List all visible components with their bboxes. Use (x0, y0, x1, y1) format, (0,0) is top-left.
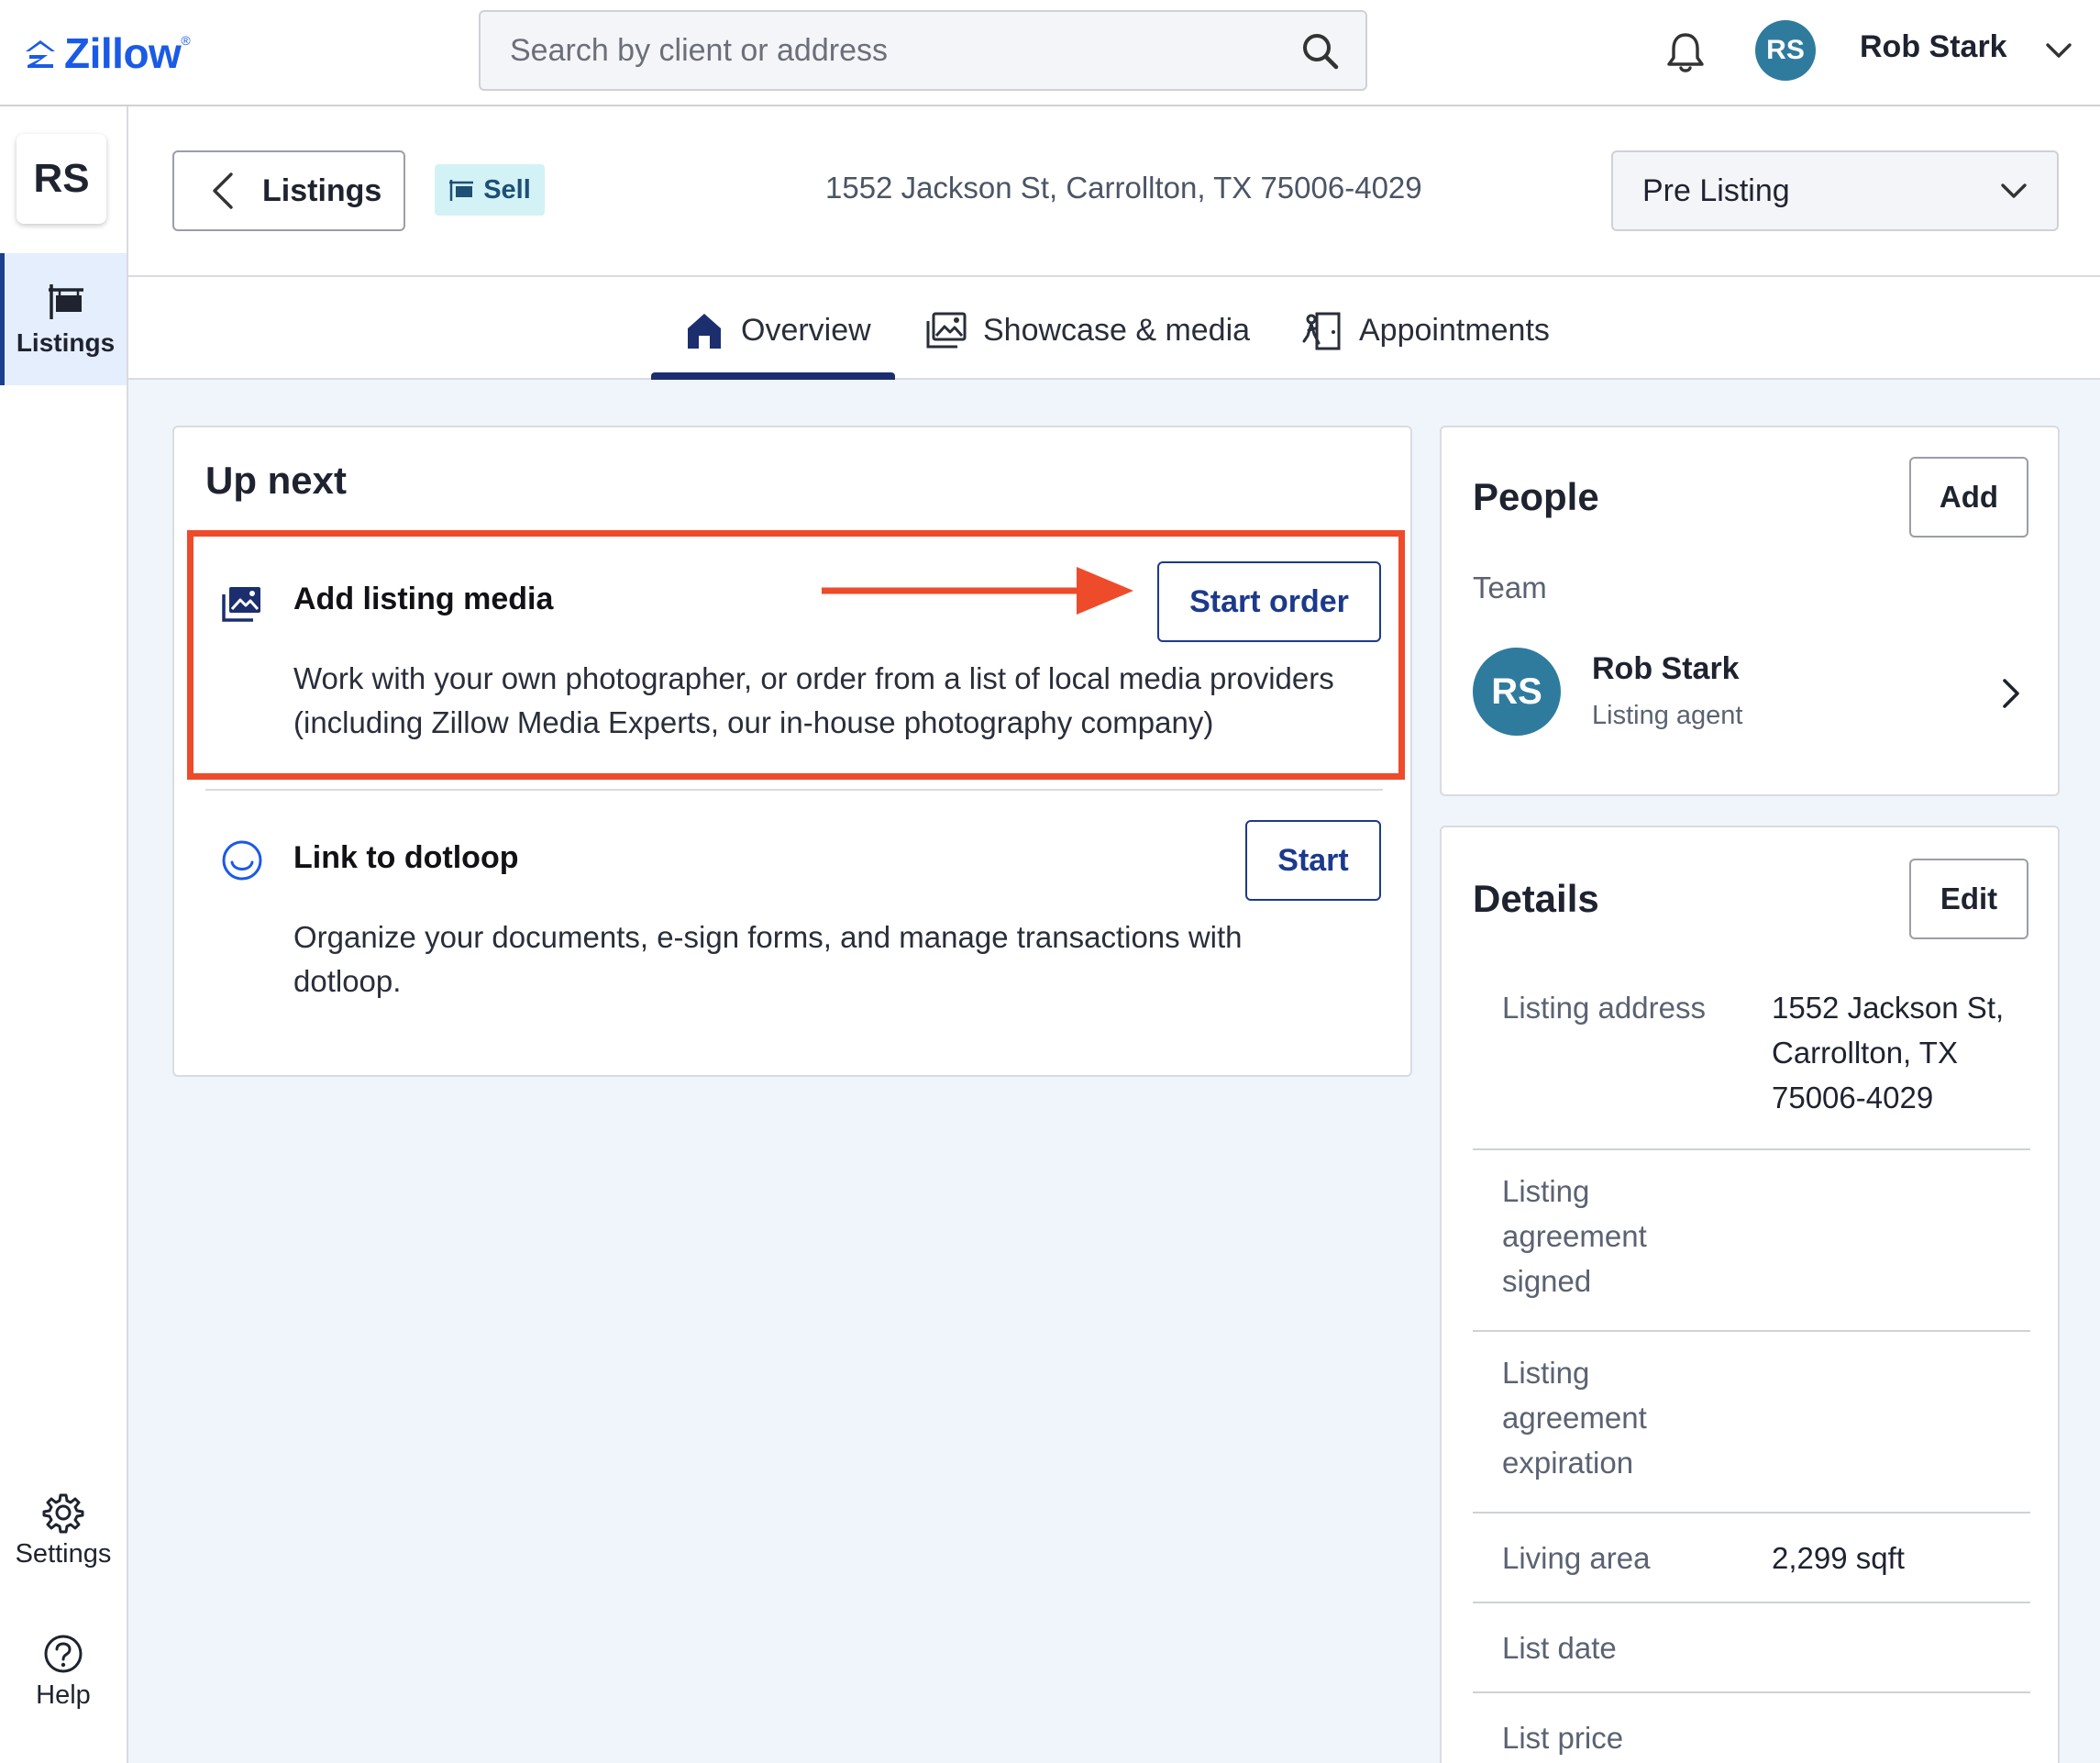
detail-row-list-date: List date (1473, 1603, 2030, 1693)
chevron-down-icon (2001, 183, 2027, 198)
detail-label: Living area (1502, 1541, 1651, 1575)
detail-label-line: Listing (1502, 1356, 1590, 1390)
back-button-label: Listings (262, 172, 382, 208)
listing-sign-icon (48, 284, 83, 319)
door-icon (1302, 312, 1341, 350)
task-divider (205, 789, 1383, 791)
sell-badge: Sell (435, 164, 545, 216)
people-card: People Add Team RS Rob Stark Listing age… (1440, 426, 2060, 796)
tab-label-overview: Overview (741, 312, 871, 348)
tab-overview[interactable]: Overview (682, 305, 871, 356)
detail-label: Listing agreement expiration (1502, 1350, 1722, 1485)
start-dotloop-button[interactable]: Start (1245, 820, 1381, 901)
rail-label-help: Help (36, 1680, 91, 1710)
detail-row-listing-address: Listing address 1552 Jackson St, Carroll… (1473, 985, 2030, 1150)
search-box[interactable] (479, 10, 1367, 91)
detail-label-line: expiration (1502, 1446, 1634, 1480)
people-title: People (1473, 475, 1599, 518)
person-avatar: RS (1473, 648, 1561, 736)
search-icon[interactable] (1299, 30, 1340, 71)
task-description-line: (including Zillow Media Experts, our in-… (293, 705, 1214, 739)
dotloop-icon (222, 840, 262, 881)
detail-value-line: 1552 Jackson St, (1772, 991, 2005, 1025)
back-to-listings-button[interactable]: Listings (172, 150, 405, 231)
notification-bell-icon[interactable] (1663, 29, 1708, 75)
tab-label-appointments: Appointments (1359, 312, 1550, 348)
sell-badge-label: Sell (483, 174, 531, 205)
listing-sign-icon (449, 180, 474, 201)
details-card: Details Edit Listing address 1552 Jackso… (1440, 826, 2060, 1763)
detail-label-line: signed (1502, 1264, 1592, 1298)
detail-label: List date (1502, 1631, 1617, 1665)
logo-text: Zillow (64, 29, 182, 77)
help-circle-icon (44, 1635, 83, 1673)
start-order-button[interactable]: Start order (1157, 561, 1381, 642)
person-role: Listing agent (1592, 701, 1743, 730)
detail-label-line: agreement (1502, 1219, 1647, 1253)
task-description-line: dotloop. (293, 964, 402, 998)
user-name[interactable]: Rob Stark (1860, 29, 2007, 65)
active-tab-indicator (651, 372, 895, 380)
up-next-card: Up next Add listing media Start order Wo… (172, 426, 1412, 1077)
detail-label-line: Listing address (1502, 991, 1706, 1025)
task-description-line: Organize your documents, e-sign forms, a… (293, 920, 1243, 954)
listing-address: 1552 Jackson St, Carrollton, TX 75006-40… (825, 171, 1422, 205)
detail-label: Listing address (1502, 985, 1722, 1030)
chevron-left-icon (213, 172, 233, 209)
task-title-add-listing-media: Add listing media (293, 582, 554, 616)
chevron-down-icon[interactable] (2043, 35, 2074, 66)
detail-value-line: Carrollton, TX (1772, 1036, 1958, 1070)
detail-label: List price (1502, 1721, 1624, 1755)
detail-label-line: Listing (1502, 1174, 1590, 1208)
detail-value: 1552 Jackson St, Carrollton, TX 75006-40… (1772, 985, 2019, 1120)
add-person-button[interactable]: Add (1909, 457, 2028, 538)
rail-label-listings: Listings (16, 328, 116, 357)
rail-item-help[interactable]: Help (0, 1633, 127, 1711)
top-header: Zillow ® RS Rob Stark (0, 0, 2100, 106)
workspace-badge[interactable]: RS (17, 134, 106, 224)
task-description-line: Work with your own photographer, or orde… (293, 661, 1334, 695)
detail-row-agreement-signed: Listing agreement signed (1473, 1150, 2030, 1332)
zillow-logo-icon (26, 40, 55, 68)
tab-showcase-media[interactable]: Showcase & media (924, 305, 1250, 356)
up-next-title: Up next (205, 459, 348, 502)
rail-label-settings: Settings (15, 1539, 112, 1569)
rail-item-listings[interactable]: Listings (0, 253, 127, 385)
edit-details-button[interactable]: Edit (1909, 859, 2028, 939)
media-icon (222, 587, 260, 622)
home-icon (688, 314, 721, 349)
details-title: Details (1473, 877, 1599, 920)
zillow-logo[interactable]: Zillow ® (22, 26, 191, 81)
team-label: Team (1473, 571, 1547, 604)
detail-value: 2,299 sqft (1772, 1541, 1905, 1575)
tab-label-showcase: Showcase & media (983, 312, 1251, 348)
task-description-link-dotloop: Organize your documents, e-sign forms, a… (293, 915, 1243, 1003)
left-nav-rail: RS Listings Settings Help (0, 106, 128, 1763)
images-icon (926, 312, 967, 349)
gear-icon (42, 1493, 84, 1534)
task-title-link-dotloop: Link to dotloop (293, 840, 519, 875)
task-description-add-listing-media: Work with your own photographer, or orde… (293, 657, 1334, 745)
listing-subheader: Listings Sell 1552 Jackson St, Carrollto… (128, 106, 2100, 277)
listing-tabs: Overview Showcase & media Appointments (128, 277, 2100, 380)
chevron-right-icon[interactable] (1995, 677, 2025, 710)
rail-item-settings[interactable]: Settings (0, 1491, 127, 1569)
user-avatar[interactable]: RS (1755, 20, 1816, 81)
detail-row-list-price: List price (1473, 1693, 2030, 1763)
detail-value-line: 75006-4029 (1772, 1081, 1934, 1114)
detail-label: Listing agreement signed (1502, 1169, 1722, 1303)
listing-status-select[interactable]: Pre Listing (1611, 150, 2059, 231)
registered-mark: ® (181, 33, 191, 48)
detail-label-line: agreement (1502, 1401, 1647, 1435)
detail-row-living-area: Living area 2,299 sqft (1473, 1514, 2030, 1603)
status-select-value: Pre Listing (1642, 172, 1790, 208)
person-name[interactable]: Rob Stark (1592, 651, 1740, 687)
detail-row-agreement-expiration: Listing agreement expiration (1473, 1332, 2030, 1514)
tab-appointments[interactable]: Appointments (1300, 305, 1550, 356)
search-input[interactable] (510, 32, 1299, 69)
red-arrow-annotation (822, 567, 1133, 615)
